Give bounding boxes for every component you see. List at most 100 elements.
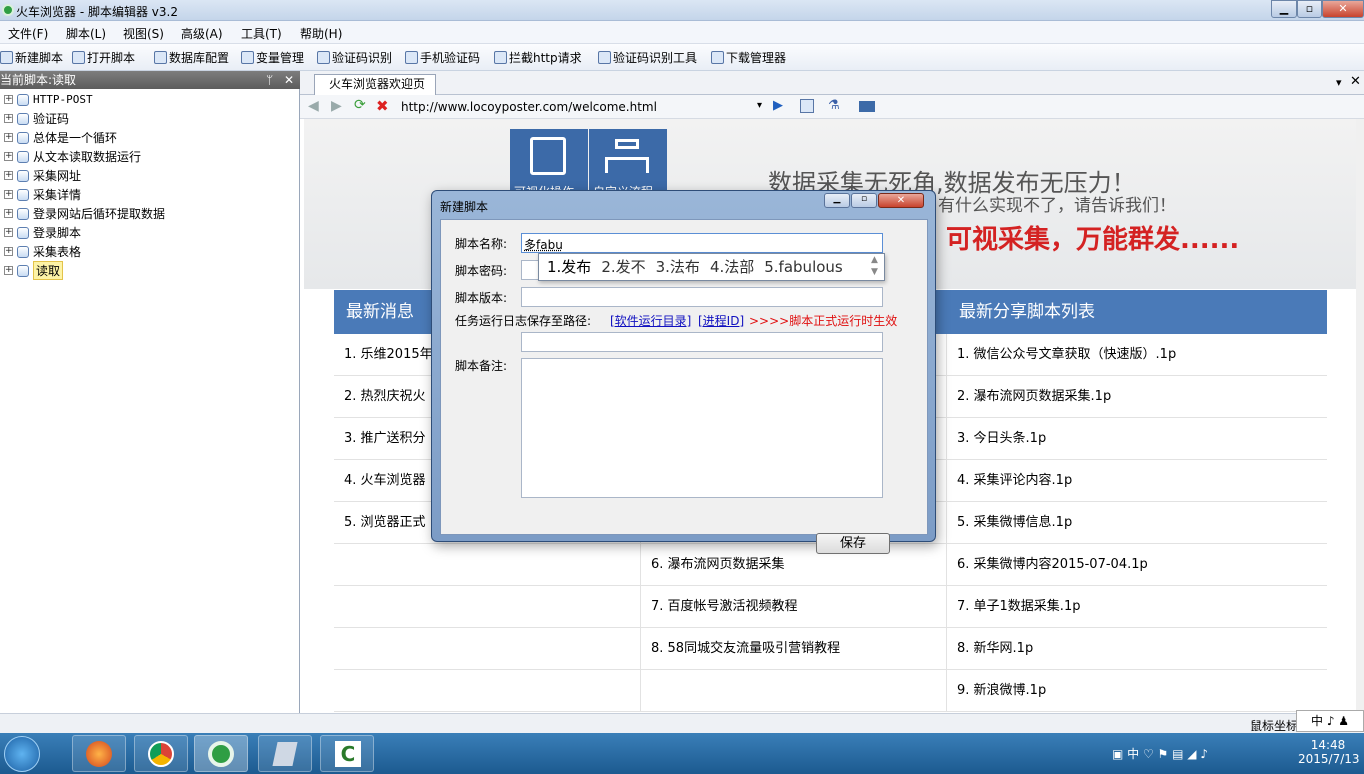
minimize-button[interactable]: ▁ xyxy=(1271,0,1297,18)
ime-candidate[interactable]: 5.fabulous xyxy=(764,254,842,280)
expand-icon[interactable]: + xyxy=(4,133,13,142)
expand-icon[interactable]: + xyxy=(4,266,13,275)
list-item[interactable]: 3. 今日头条.1p xyxy=(947,418,1327,460)
firefox-taskbar-icon[interactable] xyxy=(72,735,126,772)
stop-icon[interactable]: ✖ xyxy=(376,97,389,115)
save-button[interactable]: 保存 xyxy=(816,533,890,554)
tree-item[interactable]: + 总体是一个循环 xyxy=(4,128,117,147)
back-icon[interactable]: ◀ xyxy=(308,98,319,114)
taskbar: C ▣ 中 ♡ ⚑ ▤ ◢ ♪ 14:48 2015/7/13 xyxy=(0,733,1364,774)
go-icon[interactable]: ▶ xyxy=(773,98,783,113)
tree-item[interactable]: + 采集网址 xyxy=(4,166,81,185)
ime-mode[interactable]: 中 xyxy=(1311,714,1323,728)
expand-icon[interactable]: + xyxy=(4,209,13,218)
expand-icon[interactable]: + xyxy=(4,190,13,199)
address-bar: ◀ ▶ ⟳ ✖ http://www.locoyposter.com/welco… xyxy=(300,95,1364,119)
flask-icon[interactable]: ⚗ xyxy=(828,98,840,113)
new-script-button[interactable]: 新建脚本 xyxy=(0,49,63,66)
database-config-button[interactable]: 数据库配置 xyxy=(154,49,229,66)
captcha-recognition-button[interactable]: 验证码识别 xyxy=(317,49,392,66)
ime-candidate[interactable]: 3.法布 xyxy=(656,254,700,280)
dialog-close-button[interactable]: ✕ xyxy=(878,193,924,208)
script-name-input[interactable]: 多fabu xyxy=(521,233,883,253)
tree-item[interactable]: + HTTP-POST xyxy=(4,90,93,109)
menu-advanced[interactable]: 高级(A) xyxy=(181,25,223,42)
list-item[interactable]: 5. 采集微博信息.1p xyxy=(947,502,1327,544)
list-item[interactable]: 7. 单子1数据采集.1p xyxy=(947,586,1327,628)
close-button[interactable]: ✕ xyxy=(1322,0,1364,18)
ime-scroll-icon[interactable]: ▲ ▼ xyxy=(871,254,878,278)
chrome-taskbar-icon[interactable] xyxy=(134,735,188,772)
tray-lang[interactable]: 中 xyxy=(1127,747,1139,761)
process-id-link[interactable]: [进程ID] xyxy=(698,312,744,329)
ime-candidate[interactable]: 4.法部 xyxy=(710,254,754,280)
expand-icon[interactable]: + xyxy=(4,152,13,161)
menu-view[interactable]: 视图(S) xyxy=(123,25,164,42)
expand-icon[interactable]: + xyxy=(4,114,13,123)
maximize-button[interactable]: ▫ xyxy=(1297,0,1322,18)
intercept-http-button[interactable]: 拦截http请求 xyxy=(494,49,582,66)
pin-icon[interactable]: ᛘ xyxy=(266,71,273,89)
variable-manager-button[interactable]: 变量管理 xyxy=(241,49,304,66)
database-icon xyxy=(154,51,167,64)
expand-icon[interactable]: + xyxy=(4,171,13,180)
list-item[interactable]: 1. 微信公众号文章获取（快速版）.1p xyxy=(947,334,1327,376)
log-path-input[interactable] xyxy=(521,332,883,352)
editor-taskbar-icon[interactable] xyxy=(258,735,312,772)
close-tab-icon[interactable]: ✕ xyxy=(1350,74,1361,89)
list-item[interactable]: 6. 瀑布流网页数据采集 xyxy=(641,544,946,586)
start-button[interactable] xyxy=(4,736,40,772)
captcha-tool-button[interactable]: 验证码识别工具 xyxy=(598,49,697,66)
download-manager-button[interactable]: 下载管理器 xyxy=(711,49,786,66)
tab-list-icon[interactable]: ▾ xyxy=(1336,76,1342,89)
dialog-minimize-button[interactable]: ▁ xyxy=(824,193,850,208)
menu-script[interactable]: 脚本(L) xyxy=(66,25,106,42)
list-item[interactable]: 7. 百度帐号激活视频教程 xyxy=(641,586,946,628)
tree-item[interactable]: + 验证码 xyxy=(4,109,69,128)
tab-welcome[interactable]: 火车浏览器欢迎页 xyxy=(314,74,436,95)
url-dropdown-icon[interactable]: ▾ xyxy=(757,100,762,111)
url-input[interactable]: http://www.locoyposter.com/welcome.html xyxy=(401,100,657,114)
list-item[interactable]: 8. 58同城交友流量吸引营销教程 xyxy=(641,628,946,670)
camtasia-taskbar-icon[interactable]: C xyxy=(320,735,374,772)
expand-icon[interactable]: + xyxy=(4,247,13,256)
dialog-title: 新建脚本 xyxy=(440,200,489,214)
list-item[interactable]: 9. 新浪微博.1p xyxy=(947,670,1327,712)
ime-candidate-window: 1.发布 2.发不 3.法布 4.法部 5.fabulous ▲ ▼ xyxy=(538,253,885,281)
menu-file[interactable]: 文件(F) xyxy=(8,25,48,42)
close-panel-icon[interactable]: ✕ xyxy=(284,71,294,89)
tray-icons[interactable]: ▣ 中 ♡ ⚑ ▤ ◢ ♪ xyxy=(1112,745,1208,762)
menu-help[interactable]: 帮助(H) xyxy=(300,25,342,42)
phone-verification-button[interactable]: 手机验证码 xyxy=(405,49,480,66)
script-tree-panel: 当前脚本:读取 ᛘ ✕ + HTTP-POST + 验证码 + 总体是一个循环 + 从文… xyxy=(0,71,300,713)
tree-item[interactable]: + 登录网站后循环提取数据 xyxy=(4,204,165,223)
page-scrollbar[interactable] xyxy=(1356,119,1364,713)
tree-item[interactable]: + 登录脚本 xyxy=(4,223,81,242)
html-icon[interactable] xyxy=(859,101,875,112)
list-item[interactable]: 2. 瀑布流网页数据采集.1p xyxy=(947,376,1327,418)
expand-icon[interactable]: + xyxy=(4,95,13,104)
clock[interactable]: 14:48 2015/7/13 xyxy=(1298,738,1360,766)
list-item[interactable]: 4. 采集评论内容.1p xyxy=(947,460,1327,502)
ime-candidate[interactable]: 1.发布 xyxy=(547,254,591,280)
ime-candidate[interactable]: 2.发不 xyxy=(601,254,645,280)
remark-textarea[interactable] xyxy=(521,358,883,498)
ime-toolbar[interactable]: 中 ♪ ♟ xyxy=(1296,710,1364,732)
panel-header: 当前脚本:读取 ᛘ ✕ xyxy=(0,71,300,89)
locoy-browser-taskbar-icon[interactable] xyxy=(194,735,248,772)
list-item[interactable]: 6. 采集微博内容2015-07-04.1p xyxy=(947,544,1327,586)
script-version-input[interactable] xyxy=(521,287,883,307)
expand-icon[interactable]: + xyxy=(4,228,13,237)
tree-item-selected[interactable]: + 读取 xyxy=(4,261,64,280)
tree-item[interactable]: + 采集表格 xyxy=(4,242,81,261)
dialog-maximize-button[interactable]: ▫ xyxy=(851,193,877,208)
tree-item[interactable]: + 从文本读取数据运行 xyxy=(4,147,141,166)
forward-icon[interactable]: ▶ xyxy=(331,98,342,114)
open-script-button[interactable]: 打开脚本 xyxy=(72,49,135,66)
page-tools-icon[interactable] xyxy=(800,99,814,113)
list-item[interactable]: 8. 新华网.1p xyxy=(947,628,1327,670)
software-dir-link[interactable]: [软件运行目录] xyxy=(610,312,691,329)
menu-tools[interactable]: 工具(T) xyxy=(241,25,282,42)
tree-item[interactable]: + 采集详情 xyxy=(4,185,81,204)
refresh-icon[interactable]: ⟳ xyxy=(354,97,366,113)
